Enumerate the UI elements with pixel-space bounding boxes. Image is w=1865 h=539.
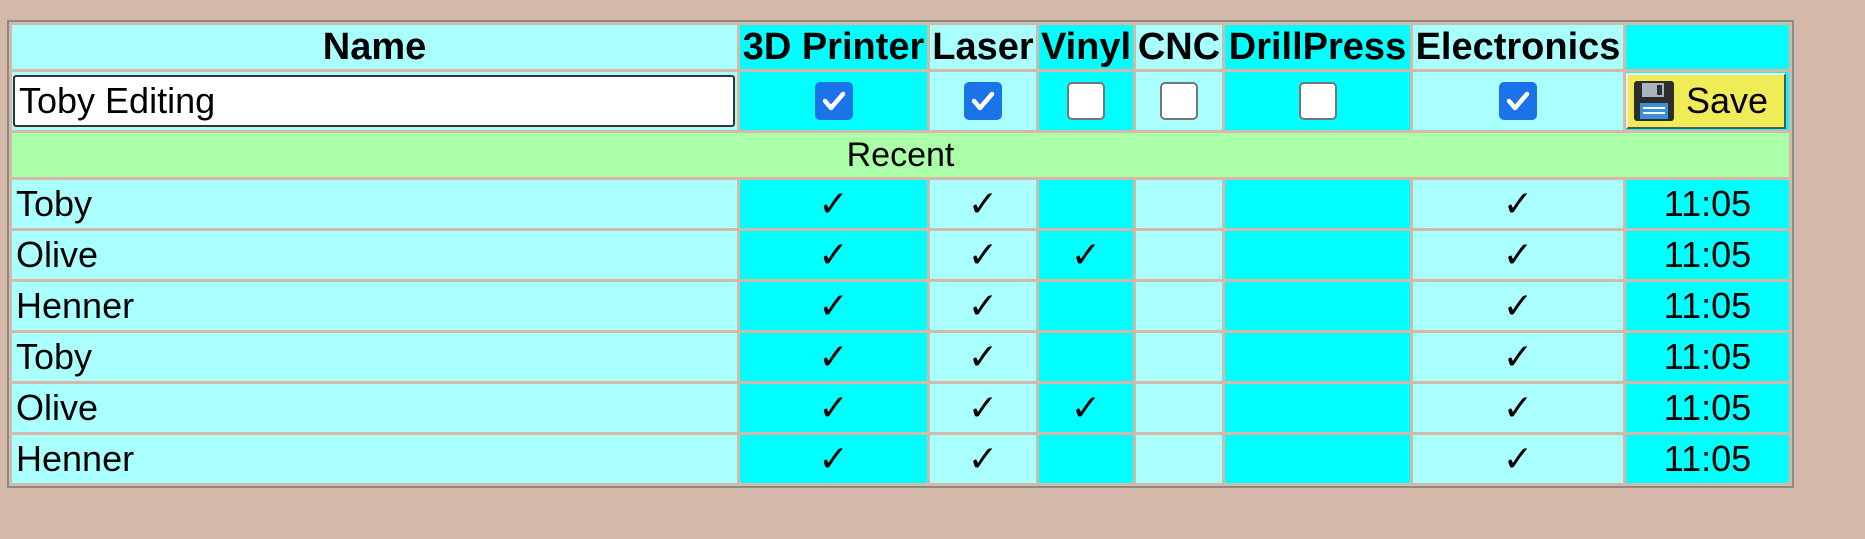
cell-3d-printer: ✓ [740,282,927,330]
name-input-cell [12,72,737,130]
header-vinyl: Vinyl [1039,25,1133,69]
cell-electronics: ✓ [1413,180,1623,228]
header-3d-printer: 3D Printer [740,25,927,69]
cell-time: 11:05 [1626,231,1789,279]
cell-vinyl: ✓ [1039,231,1133,279]
cell-electronics: ✓ [1413,435,1623,483]
cell-laser: ✓ [930,333,1036,381]
cell-drillpress [1225,384,1410,432]
checkbox-cell-drillpress [1225,72,1410,130]
cell-cnc [1136,384,1222,432]
cell-drillpress [1225,435,1410,483]
checkbox-cell-3d-printer [740,72,927,130]
checkbox-cell-cnc [1136,72,1222,130]
cell-name: Toby [12,333,737,381]
name-input[interactable] [13,75,735,127]
cell-3d-printer: ✓ [740,180,927,228]
cell-laser: ✓ [930,282,1036,330]
cell-time: 11:05 [1626,384,1789,432]
cell-vinyl [1039,180,1133,228]
cell-3d-printer: ✓ [740,384,927,432]
cell-drillpress [1225,282,1410,330]
edit-row: Save [12,72,1789,130]
cell-vinyl [1039,282,1133,330]
table-row: Olive ✓ ✓ ✓ ✓ 11:05 [12,231,1789,279]
cell-time: 11:05 [1626,180,1789,228]
cell-vinyl [1039,333,1133,381]
cell-laser: ✓ [930,180,1036,228]
recent-row: Recent [12,133,1789,177]
checkbox-3d-printer[interactable] [814,82,853,120]
save-button-label: Save [1686,80,1769,121]
header-cnc: CNC [1136,25,1222,69]
header-electronics: Electronics [1413,25,1623,69]
cell-vinyl: ✓ [1039,384,1133,432]
cell-cnc [1136,333,1222,381]
checkbox-cnc[interactable] [1160,82,1198,120]
cell-drillpress [1225,180,1410,228]
cell-time: 11:05 [1626,333,1789,381]
cell-name: Toby [12,180,737,228]
header-drillpress: DrillPress [1225,25,1410,69]
cell-cnc [1136,282,1222,330]
cell-drillpress [1225,333,1410,381]
signin-table: Name 3D Printer Laser Vinyl CNC DrillPre… [7,20,1794,488]
recent-label: Recent [12,133,1789,177]
cell-laser: ✓ [930,231,1036,279]
cell-cnc [1136,231,1222,279]
cell-drillpress [1225,231,1410,279]
cell-electronics: ✓ [1413,333,1623,381]
floppy-disk-icon [1632,79,1676,123]
cell-electronics: ✓ [1413,282,1623,330]
table-row: Henner ✓ ✓ ✓ 11:05 [12,282,1789,330]
cell-cnc [1136,180,1222,228]
cell-3d-printer: ✓ [740,435,927,483]
checkbox-drillpress[interactable] [1298,82,1337,120]
header-laser: Laser [930,25,1036,69]
cell-laser: ✓ [930,435,1036,483]
checkbox-electronics[interactable] [1499,82,1537,120]
checkbox-vinyl[interactable] [1067,82,1105,120]
save-button[interactable]: Save [1626,73,1786,129]
cell-3d-printer: ✓ [740,333,927,381]
cell-name: Olive [12,384,737,432]
header-name: Name [12,25,737,69]
cell-name: Henner [12,282,737,330]
signin-table-wrapper: Name 3D Printer Laser Vinyl CNC DrillPre… [7,20,1794,488]
table-row: Olive ✓ ✓ ✓ ✓ 11:05 [12,384,1789,432]
cell-cnc [1136,435,1222,483]
header-row: Name 3D Printer Laser Vinyl CNC DrillPre… [12,25,1789,69]
table-row: Toby ✓ ✓ ✓ 11:05 [12,180,1789,228]
checkbox-cell-vinyl [1039,72,1133,130]
checkbox-cell-electronics [1413,72,1623,130]
cell-laser: ✓ [930,384,1036,432]
save-cell: Save [1626,72,1789,130]
cell-time: 11:05 [1626,435,1789,483]
header-time [1626,25,1789,69]
cell-name: Olive [12,231,737,279]
cell-3d-printer: ✓ [740,231,927,279]
table-row: Toby ✓ ✓ ✓ 11:05 [12,333,1789,381]
cell-name: Henner [12,435,737,483]
checkbox-cell-laser [930,72,1036,130]
checkbox-laser[interactable] [964,82,1002,120]
table-row: Henner ✓ ✓ ✓ 11:05 [12,435,1789,483]
cell-time: 11:05 [1626,282,1789,330]
cell-vinyl [1039,435,1133,483]
cell-electronics: ✓ [1413,384,1623,432]
cell-electronics: ✓ [1413,231,1623,279]
